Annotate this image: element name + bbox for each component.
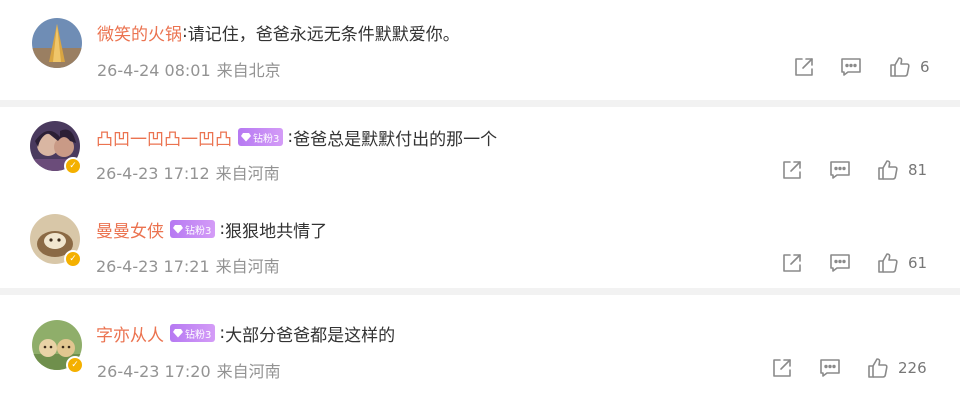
comment-icon [820, 359, 840, 377]
like-button[interactable]: 6 [888, 55, 930, 79]
username[interactable]: 曼曼女侠 [96, 217, 164, 242]
divider [0, 100, 960, 107]
fan-level-badge: 钻粉3 [170, 324, 216, 342]
comment-item: ✓ 曼曼女侠 钻粉3 : 狠狠地共情了 26-4-23 17:21 来自河南 61 [0, 200, 960, 288]
comment-meta: 26-4-23 17:20 来自河南 [97, 358, 281, 382]
like-button[interactable]: 226 [866, 356, 927, 380]
fan-level-badge: 钻粉3 [238, 128, 284, 146]
share-icon [795, 58, 813, 76]
share-icon [783, 161, 801, 179]
comment-meta: 26-4-23 17:21 来自河南 [96, 253, 280, 277]
location: 来自北京 [216, 61, 281, 80]
reply-button[interactable] [818, 356, 842, 380]
comment-text: 狠狠地共情了 [225, 221, 328, 242]
comment-meta: 26-4-23 17:12 来自河南 [96, 160, 280, 184]
like-count: 81 [908, 161, 928, 179]
like-count: 226 [898, 359, 927, 377]
reply-button[interactable] [828, 251, 852, 275]
like-button[interactable]: 81 [876, 158, 927, 182]
location: 来自河南 [216, 362, 281, 381]
diamond-icon [173, 225, 183, 234]
diamond-icon [173, 329, 183, 338]
fan-level-badge: 钻粉3 [170, 220, 216, 238]
share-button[interactable] [780, 158, 804, 182]
comment-text: 请记住，爸爸永远无条件默默爱你。 [187, 24, 460, 45]
timestamp: 26-4-23 17:21 [96, 257, 210, 276]
timestamp: 26-4-24 08:01 [97, 61, 211, 80]
location: 来自河南 [215, 257, 280, 276]
comment-text: 爸爸总是默默付出的那一个 [293, 129, 498, 150]
reply-button[interactable] [839, 55, 863, 79]
username[interactable]: 字亦从人 [96, 321, 164, 346]
thumbs-up-icon [878, 253, 898, 273]
share-button[interactable] [770, 356, 794, 380]
username[interactable]: 微笑的火锅 [97, 20, 182, 45]
reply-button[interactable] [828, 158, 852, 182]
timestamp: 26-4-23 17:12 [96, 164, 210, 183]
fan-level-text: 钻粉3 [253, 133, 280, 145]
verified-badge-icon: ✓ [66, 356, 84, 374]
comment-text: 大部分爸爸都是这样的 [225, 325, 396, 346]
comment-meta: 26-4-24 08:01 来自北京 [97, 57, 281, 81]
share-button[interactable] [792, 55, 816, 79]
location: 来自河南 [215, 164, 280, 183]
like-count: 6 [920, 58, 930, 76]
avatar[interactable] [32, 18, 82, 68]
divider [0, 288, 960, 295]
like-button[interactable]: 61 [876, 251, 927, 275]
comment-item: 微笑的火锅: 请记住，爸爸永远无条件默默爱你。 26-4-24 08:01 来自北京… [0, 0, 960, 100]
comment-icon [841, 58, 861, 76]
like-count: 61 [908, 254, 928, 272]
share-icon [773, 359, 791, 377]
comment-icon [830, 161, 850, 179]
fan-level-text: 钻粉3 [185, 225, 212, 237]
thumbs-up-icon [868, 358, 888, 378]
timestamp: 26-4-23 17:20 [97, 362, 211, 381]
share-icon [783, 254, 801, 272]
thumbs-up-icon [890, 57, 910, 77]
verified-badge-icon: ✓ [64, 250, 82, 268]
comment-item: ✓ 字亦从人 钻粉3 : 大部分爸爸都是这样的 26-4-23 17:20 来自河南… [0, 295, 960, 397]
diamond-icon [241, 133, 251, 142]
username[interactable]: 凸凹一凹凸一凹凸 [96, 125, 232, 150]
thumbs-up-icon [878, 160, 898, 180]
share-button[interactable] [780, 251, 804, 275]
comment-item: ✓ 凸凹一凹凸一凹凸 钻粉3 : 爸爸总是默默付出的那一个 26-4-23 17:… [0, 107, 960, 200]
fan-level-text: 钻粉3 [185, 329, 212, 341]
comment-feed: 微笑的火锅: 请记住，爸爸永远无条件默默爱你。 26-4-24 08:01 来自北京… [0, 0, 960, 397]
verified-badge-icon: ✓ [64, 157, 82, 175]
comment-icon [830, 254, 850, 272]
